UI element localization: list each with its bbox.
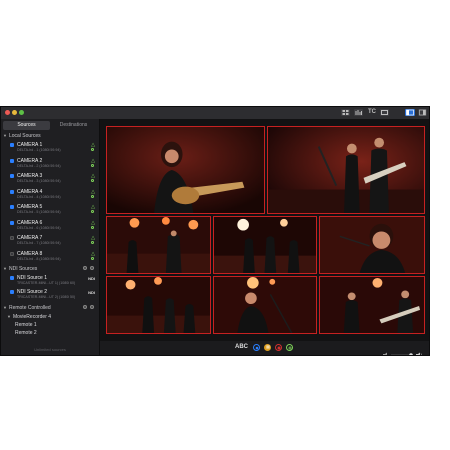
ndi-source-detail: TRICASTER-MINI...UT 2) (1080i 50): [17, 295, 76, 299]
ndi-badge: NDI: [88, 290, 95, 295]
sidebar-tabs: Sources Destinations: [3, 121, 97, 130]
ndi-source-checkbox[interactable]: [10, 290, 14, 294]
warning-icon[interactable]: △: [91, 189, 95, 195]
video-tile-camera-7[interactable]: [213, 276, 317, 334]
warning-icon[interactable]: △: [91, 220, 95, 226]
remote-item-1[interactable]: Remote 1: [15, 322, 37, 328]
disclosure-triangle-icon: ▼: [3, 266, 7, 271]
camera-checkbox[interactable]: [10, 220, 14, 225]
status-dot-icon: [91, 210, 94, 213]
video-tile-camera-8[interactable]: [319, 276, 425, 334]
camera-detail: DELTA-hd - 8 (1080i 59.94): [17, 256, 61, 261]
camera-row[interactable]: CAMERA 6 DELTA-hd - 6 (1080i 59.94) △: [10, 220, 97, 234]
camera-checkbox[interactable]: [10, 143, 14, 147]
ndi-source-row[interactable]: NDI Source 2 TRICASTER-MINI...UT 2) (108…: [10, 289, 97, 303]
status-dot-icon: [91, 194, 94, 198]
sidebar-toggle-icon[interactable]: [405, 109, 415, 116]
video-tile-camera-3[interactable]: [106, 216, 211, 274]
camera-row[interactable]: CAMERA 7 DELTA-hd - 7 (1080i 59.94) △: [10, 235, 97, 249]
camera-detail: DELTA-hd - 6 (1080i 59.94): [17, 225, 61, 230]
remote-item-2[interactable]: Remote 2: [15, 330, 37, 336]
add-icon[interactable]: [90, 305, 94, 309]
camera-checkbox[interactable]: [10, 236, 14, 240]
disclosure-triangle-icon: ▼: [7, 314, 11, 319]
sources-limit-label: Unlimited sources: [34, 347, 66, 352]
audio-meter-icon[interactable]: [354, 109, 363, 116]
tab-sources[interactable]: Sources: [3, 121, 50, 130]
video-tile-camera-5[interactable]: [319, 216, 425, 274]
camera-detail: DELTA-hd - 4 (1080i 59.94): [17, 194, 61, 199]
app-window: TC Sources Destinations ▼ Local Sources C…: [0, 106, 430, 356]
camera-detail: DELTA-hd - 1 (1080i 59.94): [17, 148, 61, 152]
warning-icon[interactable]: △: [91, 158, 95, 164]
remote-controlled-header[interactable]: ▼ Remote Controlled: [3, 305, 94, 311]
status-dot-icon: [91, 256, 94, 260]
sidebar: Sources Destinations ▼ Local Sources CAME…: [1, 119, 100, 355]
local-sources-header[interactable]: ▼ Local Sources: [3, 133, 41, 139]
camera-checkbox[interactable]: [10, 251, 14, 256]
add-marker-icon[interactable]: [286, 344, 293, 351]
video-tile-camera-1[interactable]: [106, 126, 265, 214]
video-tile-camera-4[interactable]: [213, 216, 317, 274]
status-dot-icon: [91, 163, 94, 167]
status-dot-icon: [91, 225, 94, 229]
layout-icon[interactable]: [418, 109, 427, 116]
camera-detail: DELTA-hd - 3 (1080i 59.94): [17, 179, 61, 183]
camera-row[interactable]: CAMERA 4 DELTA-hd - 4 (1080i 59.94) △: [10, 189, 97, 203]
minimize-window-button[interactable]: [12, 110, 17, 115]
timecode-button[interactable]: TC: [368, 109, 376, 115]
camera-detail: DELTA-hd - 7 (1080i 59.94): [17, 241, 61, 245]
camera-detail: DELTA-hd - 5 (1080i 59.94): [17, 210, 61, 214]
camera-checkbox[interactable]: [10, 158, 14, 163]
record-icon[interactable]: [380, 109, 389, 116]
ndi-badge: NDI: [88, 276, 95, 281]
status-dot-icon: [91, 241, 94, 244]
ndi-sources-header[interactable]: ▼ NDI Sources: [3, 266, 94, 272]
camera-row[interactable]: CAMERA 3 DELTA-hd - 3 (1080i 59.94) △: [10, 173, 97, 187]
camera-row[interactable]: CAMERA 8 DELTA-hd - 8 (1080i 59.94) △: [10, 251, 97, 265]
ndi-source-row[interactable]: NDI Source 1 TRICASTER-MINI...UT 1) (108…: [10, 275, 97, 289]
settings-icon[interactable]: [83, 266, 87, 270]
disclosure-triangle-icon: ▼: [3, 133, 7, 138]
bottom-control-bar: ABC: [100, 341, 429, 355]
recorder-item[interactable]: ▼ MovieRecorder 4: [7, 314, 51, 320]
add-icon[interactable]: [90, 266, 94, 270]
close-window-button[interactable]: [5, 110, 10, 115]
video-tile-camera-6[interactable]: [106, 276, 211, 334]
camera-checkbox[interactable]: [10, 205, 14, 209]
pause-icon[interactable]: [264, 344, 271, 351]
zoom-window-button[interactable]: [19, 110, 24, 115]
video-tile-camera-2[interactable]: [267, 126, 425, 214]
clock-icon[interactable]: [253, 344, 260, 351]
multiview-area: [100, 119, 429, 355]
settings-icon[interactable]: [83, 305, 87, 309]
ndi-source-detail: TRICASTER-MINI...UT 1) (1080i 60): [17, 281, 76, 285]
camera-row[interactable]: CAMERA 5 DELTA-hd - 5 (1080i 59.94) △: [10, 204, 97, 218]
abc-button[interactable]: ABC: [235, 344, 248, 350]
ndi-source-checkbox[interactable]: [10, 276, 14, 280]
camera-row[interactable]: CAMERA 1 DELTA-hd - 1 (1080i 59.94) △: [10, 142, 97, 156]
warning-icon[interactable]: △: [91, 251, 95, 257]
record-button-icon[interactable]: [275, 344, 282, 351]
status-dot-icon: [91, 179, 94, 182]
camera-checkbox[interactable]: [10, 174, 14, 178]
camera-row[interactable]: CAMERA 2 DELTA-hd - 2 (1080i 59.94) △: [10, 158, 97, 172]
grid-view-icon[interactable]: [341, 109, 350, 116]
camera-checkbox[interactable]: [10, 189, 14, 194]
volume-slider[interactable]: [383, 345, 423, 355]
tab-destinations[interactable]: Destinations: [50, 121, 97, 130]
status-dot-icon: [91, 148, 94, 151]
disclosure-triangle-icon: ▼: [3, 305, 7, 310]
camera-detail: DELTA-hd - 2 (1080i 59.94): [17, 163, 61, 168]
